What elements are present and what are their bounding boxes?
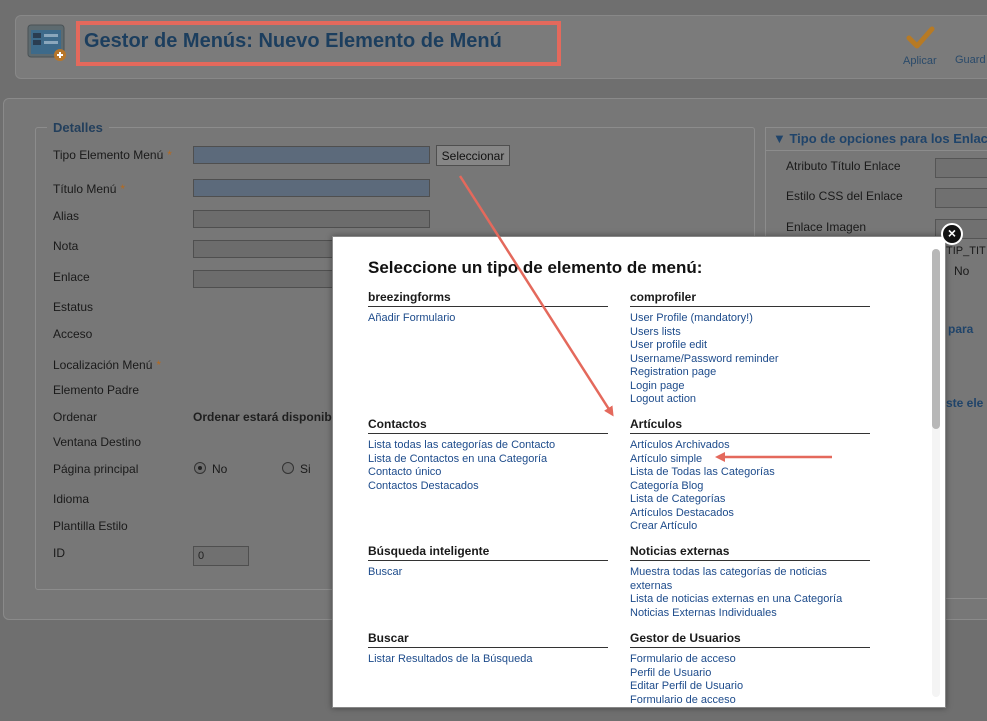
category-breezingforms: breezingforms Añadir Formulario (368, 290, 608, 326)
save-button[interactable]: Guard (955, 52, 986, 66)
menu-type-link[interactable]: Lista todas las categorías de Contacto (368, 439, 608, 453)
label-localizacion: Localización Menú * (53, 358, 162, 372)
menu-type-link[interactable]: Contactos Destacados (368, 480, 608, 494)
titulo-menu-input[interactable] (193, 179, 430, 197)
ordenar-info-text: Ordenar estará disponible (193, 410, 333, 424)
menu-type-link[interactable]: Registration page (630, 366, 870, 380)
label-enlace: Enlace (53, 270, 90, 284)
estilo-css-input[interactable] (935, 188, 987, 208)
label-plantilla: Plantilla Estilo (53, 519, 128, 533)
category-comprofiler: comprofiler User Profile (mandatory!) Us… (630, 290, 870, 407)
label-idioma: Idioma (53, 492, 90, 506)
category-contactos: Contactos Lista todas las categorías de … (368, 417, 608, 493)
apply-button[interactable]: Aplicar (903, 26, 937, 67)
apply-button-label: Aplicar (903, 55, 937, 67)
menu-manager-logo-icon (27, 24, 69, 62)
label-nota: Nota (53, 239, 79, 253)
atributo-titulo-input[interactable] (935, 158, 987, 178)
menu-type-link[interactable]: User profile edit (630, 339, 870, 353)
menu-type-link[interactable]: Lista de Categorías (630, 493, 870, 507)
modal-title: Seleccione un tipo de elemento de menú: (368, 258, 703, 277)
radio-no[interactable] (194, 462, 206, 474)
label-id: ID (53, 546, 65, 560)
menu-type-modal: Seleccione un tipo de elemento de menú: … (332, 236, 946, 708)
radio-si-label: Si (300, 462, 311, 476)
menu-type-link[interactable]: Contacto único (368, 466, 608, 480)
menu-type-link[interactable]: Buscar (368, 566, 608, 580)
seleccionar-button[interactable]: Seleccionar (436, 145, 510, 166)
menu-type-link[interactable]: Lista de Todas las Categorías (630, 466, 870, 480)
menu-type-link[interactable]: Crear Artículo (630, 520, 870, 534)
menu-type-link[interactable]: Lista de noticias externas en una Catego… (630, 593, 870, 607)
label-alias: Alias (53, 209, 80, 223)
radio-si[interactable] (282, 462, 294, 474)
no-fragment: No (954, 264, 970, 278)
menu-type-link[interactable]: Login page (630, 380, 870, 394)
menu-type-link[interactable]: Editar Perfil de Usuario (630, 680, 870, 694)
label-atributo-titulo: Atributo Título Enlace (786, 159, 901, 173)
details-legend: Detalles (47, 120, 109, 135)
close-icon[interactable]: × (941, 223, 963, 245)
label-tipo: Tipo Elemento Menú * (53, 148, 172, 162)
label-acceso: Acceso (53, 327, 93, 341)
tipo-elemento-input[interactable] (193, 146, 430, 164)
para-fragment: para (948, 322, 974, 336)
label-ventana: Ventana Destino (53, 435, 142, 449)
category-heading: Gestor de Usuarios (630, 631, 870, 648)
category-heading: Buscar (368, 631, 608, 648)
menu-type-link[interactable]: Logout action (630, 393, 870, 407)
menu-type-link[interactable]: Lista de Contactos en una Categoría (368, 453, 608, 467)
category-heading: Contactos (368, 417, 608, 434)
label-estatus: Estatus (53, 300, 94, 314)
category-articulos: Artículos Artículos Archivados Artículo … (630, 417, 870, 534)
radio-no-label: No (212, 462, 228, 476)
category-heading: comprofiler (630, 290, 870, 307)
label-ordenar: Ordenar (53, 410, 98, 424)
menu-type-link[interactable]: Noticias Externas Individuales (630, 607, 870, 621)
label-enlace-imagen: Enlace Imagen (786, 220, 867, 234)
scrollbar-thumb[interactable] (932, 249, 940, 429)
menu-type-link[interactable]: Muestra todas las categorías de noticias… (630, 566, 870, 593)
category-busqueda-inteligente: Búsqueda inteligente Buscar (368, 544, 608, 580)
label-titulo: Título Menú * (53, 182, 126, 196)
menu-type-link[interactable]: Artículos Archivados (630, 439, 870, 453)
page-title: Gestor de Menús: Nuevo Elemento de Menú (84, 30, 502, 52)
checkmark-icon (905, 26, 935, 53)
menu-type-link[interactable]: Añadir Formulario (368, 312, 608, 326)
menu-type-link[interactable]: Users lists (630, 326, 870, 340)
category-buscar: Buscar Listar Resultados de la Búsqueda (368, 631, 608, 667)
tip-title-fragment: TIP_TIT (946, 245, 986, 257)
menu-type-link[interactable]: Listar Resultados de la Búsqueda (368, 653, 608, 667)
category-heading: Búsqueda inteligente (368, 544, 608, 561)
label-pagina: Página principal (53, 462, 139, 476)
category-heading: breezingforms (368, 290, 608, 307)
menu-type-link[interactable]: Artículos Destacados (630, 507, 870, 521)
menu-type-link-articulo-simple[interactable]: Artículo simple (630, 453, 870, 467)
ste-ele-fragment: ste ele (946, 396, 984, 410)
menu-type-link[interactable]: Formulario de acceso (630, 694, 870, 708)
category-noticias-externas: Noticias externas Muestra todas las cate… (630, 544, 870, 620)
menu-type-link[interactable]: Perfil de Usuario (630, 667, 870, 681)
category-heading: Noticias externas (630, 544, 870, 561)
menu-type-link[interactable]: Categoría Blog (630, 480, 870, 494)
menu-type-link[interactable]: User Profile (mandatory!) (630, 312, 870, 326)
category-heading: Artículos (630, 417, 870, 434)
save-button-label: Guard (955, 54, 986, 66)
link-options-title[interactable]: ▼ Tipo de opciones para los Enlace (773, 131, 987, 146)
category-gestor-usuarios: Gestor de Usuarios Formulario de acceso … (630, 631, 870, 707)
modal-scrollbar[interactable] (932, 249, 940, 697)
id-field: 0 (193, 546, 249, 566)
label-estilo-css: Estilo CSS del Enlace (786, 189, 903, 203)
menu-type-link[interactable]: Formulario de acceso (630, 653, 870, 667)
label-padre: Elemento Padre (53, 383, 140, 397)
alias-input[interactable] (193, 210, 430, 228)
menu-type-link[interactable]: Username/Password reminder (630, 353, 870, 367)
